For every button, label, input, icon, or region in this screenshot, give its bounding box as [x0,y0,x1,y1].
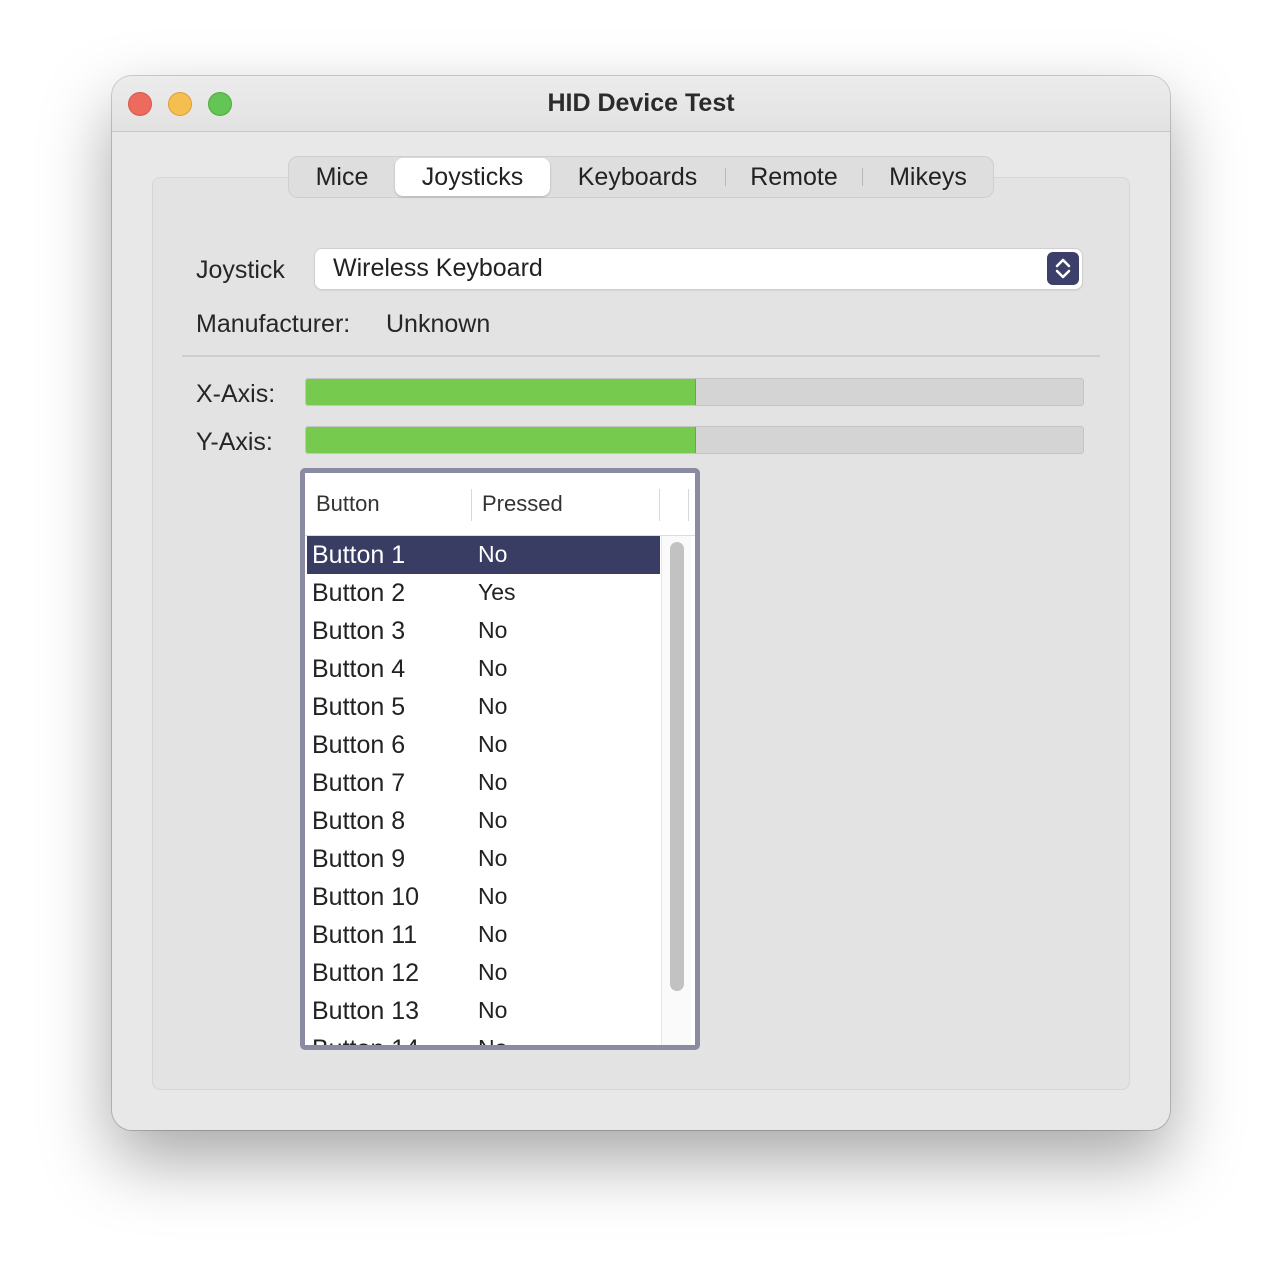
buttons-table[interactable]: Button Pressed Button 1 No Button 2 Yes Butt… [300,468,700,1050]
button-name-cell: Button 6 [312,731,406,759]
pressed-state-cell: No [478,655,508,681]
up-down-chevron-icon [1047,252,1079,285]
button-name-cell: Button 12 [312,959,420,987]
x-axis-label: X-Axis: [196,380,276,408]
table-row[interactable]: Button 2 Yes [307,574,660,612]
button-name-cell: Button 5 [312,693,406,721]
column-separator [659,489,660,521]
pressed-state-cell: No [478,693,508,719]
column-header-button[interactable]: Button [316,473,380,535]
table-body: Button 1 No Button 2 Yes Button 3 No Button 4 N… [307,536,660,1045]
vertical-scrollbar[interactable] [661,536,691,1045]
tab-mice[interactable]: Mice [289,157,395,197]
table-row[interactable]: Button 8 No [307,802,660,840]
button-name-cell: Button 13 [312,997,420,1025]
table-row[interactable]: Button 14 No [307,1030,660,1045]
tab-keyboards[interactable]: Keyboards [550,157,725,197]
pressed-state-cell: No [478,921,508,947]
table-header: Button Pressed [305,473,695,536]
separator [182,355,1100,357]
table-row[interactable]: Button 10 No [307,878,660,916]
pressed-state-cell: No [478,769,508,795]
tab-mikeys[interactable]: Mikeys [863,157,993,197]
tab-remote[interactable]: Remote [726,157,862,197]
pressed-state-cell: No [478,617,508,643]
button-name-cell: Button 8 [312,807,406,835]
pressed-state-cell: No [478,997,508,1023]
pressed-state-cell: No [478,807,508,833]
manufacturer-label: Manufacturer: [196,310,351,338]
pressed-state-cell: No [478,1030,507,1045]
button-name-cell: Button 9 [312,845,406,873]
table-row[interactable]: Button 7 No [307,764,660,802]
window-title: HID Device Test [547,89,735,117]
table-row[interactable]: Button 12 No [307,954,660,992]
button-name-cell: Button 4 [312,655,406,683]
button-name-cell: Button 2 [312,579,406,607]
table-row[interactable]: Button 1 No [307,536,660,574]
pressed-state-cell: No [478,959,508,985]
table-row[interactable]: Button 4 No [307,650,660,688]
button-name-cell: Button 14 [312,1030,419,1045]
column-separator [688,489,689,521]
app-window: HID Device Test Mice Joysticks Keyboards… [112,76,1170,1130]
y-axis-label: Y-Axis: [196,428,273,456]
table-row[interactable]: Button 6 No [307,726,660,764]
minimize-button[interactable] [168,92,192,116]
scrollbar-thumb[interactable] [670,542,684,991]
title-bar[interactable]: HID Device Test [112,76,1170,132]
table-row[interactable]: Button 5 No [307,688,660,726]
button-name-cell: Button 1 [312,541,406,569]
joystick-popup-value: Wireless Keyboard [333,254,543,282]
table-row[interactable]: Button 3 No [307,612,660,650]
pressed-state-cell: No [478,731,508,757]
y-axis-level-indicator [305,426,1084,454]
pressed-state-cell: No [478,883,508,909]
table-row[interactable]: Button 9 No [307,840,660,878]
table-row[interactable]: Button 13 No [307,992,660,1030]
pressed-state-cell: No [478,541,508,567]
x-axis-fill [306,379,696,405]
column-separator [471,489,472,521]
x-axis-level-indicator [305,378,1084,406]
joystick-popup[interactable]: Wireless Keyboard [315,249,1082,289]
close-button[interactable] [128,92,152,116]
y-axis-fill [306,427,696,453]
column-header-pressed[interactable]: Pressed [482,473,563,535]
tab-joysticks[interactable]: Joysticks [395,158,550,196]
tab-bar: Mice Joysticks Keyboards Remote Mikeys [288,156,994,198]
pressed-state-cell: No [478,845,508,871]
button-name-cell: Button 10 [312,883,420,911]
joystick-label: Joystick [196,256,285,284]
button-name-cell: Button 3 [312,617,406,645]
zoom-button[interactable] [208,92,232,116]
table-row[interactable]: Button 11 No [307,916,660,954]
manufacturer-value: Unknown [386,310,491,338]
pressed-state-cell: Yes [478,579,516,605]
button-name-cell: Button 7 [312,769,406,797]
button-name-cell: Button 11 [312,921,418,949]
